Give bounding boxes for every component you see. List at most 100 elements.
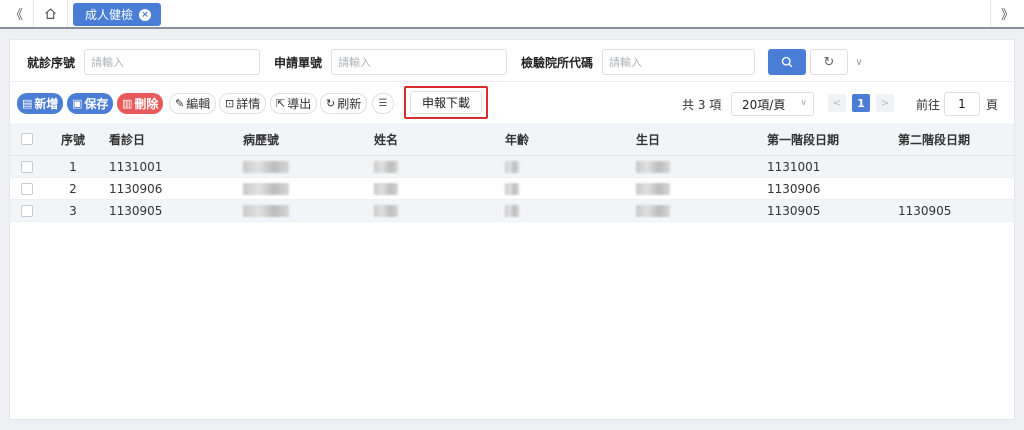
header-visit-date[interactable]: 看診日	[103, 131, 237, 148]
header-birthday[interactable]: 生日	[630, 131, 761, 148]
add-button[interactable]: ▤ 新增	[17, 93, 64, 114]
edit-button[interactable]: ✎ 編輯	[169, 93, 217, 114]
cell-seq: 3	[69, 203, 77, 218]
row-checkbox[interactable]	[20, 204, 33, 217]
redacted-block	[374, 205, 398, 217]
application-number-label: 申請單號	[274, 56, 323, 70]
report-download-button[interactable]: 申報下載	[410, 91, 482, 114]
cell-birthday-redacted	[630, 182, 761, 196]
tab-adult-health-check[interactable]: 成人健檢 ×	[73, 3, 162, 26]
page-number-current[interactable]: 1	[852, 94, 870, 112]
select-all-checkbox[interactable]	[20, 133, 33, 145]
refresh-icon: ↻	[823, 54, 835, 70]
chevron-down-icon: ∨	[800, 98, 807, 108]
cell-visit-date: 1130906	[109, 181, 163, 196]
data-table: 序號 看診日 病歷號 姓名 年齡 生日 第一階段日期 第二階段日期 1 1131…	[10, 123, 1014, 222]
redacted-block	[243, 205, 289, 217]
page-size-value: 20項/頁	[742, 97, 786, 112]
header-chart-number[interactable]: 病歷號	[237, 131, 368, 148]
redacted-block	[374, 161, 398, 173]
redacted-block	[636, 161, 670, 173]
cell-birthday-redacted	[630, 160, 761, 174]
tab-bar: 《 成人健檢 × 》	[0, 0, 1024, 29]
next-page-button[interactable]: >	[876, 94, 894, 112]
redacted-block	[374, 183, 398, 195]
refresh-label: 刷新	[337, 97, 362, 111]
detail-label: 詳情	[236, 97, 261, 111]
column-settings-button[interactable]: ☰	[372, 93, 394, 114]
page-size-select[interactable]: 20項/頁 ∨	[731, 92, 814, 116]
lab-code-label: 檢驗院所代碼	[521, 56, 594, 70]
goto-suffix: 頁	[986, 98, 999, 112]
chevron-right-icon: >	[880, 97, 890, 109]
chevron-down-icon: ∨	[855, 56, 863, 68]
header-age[interactable]: 年齡	[499, 131, 630, 148]
save-button[interactable]: ▣ 保存	[67, 93, 114, 114]
refresh-icon: ↻	[326, 97, 336, 110]
search-button[interactable]	[768, 49, 806, 75]
home-icon	[45, 8, 56, 19]
delete-button[interactable]: ▥ 刪除	[117, 93, 164, 114]
cell-birthday-redacted	[630, 204, 761, 218]
row-checkbox[interactable]	[20, 160, 33, 173]
cell-phase1-date: 1130906	[767, 181, 821, 196]
double-chevron-right-icon: 》	[1000, 8, 1014, 23]
visit-number-input[interactable]	[84, 49, 260, 75]
save-icon: ▣	[72, 97, 83, 110]
select-all-cell	[10, 133, 43, 145]
search-icon	[781, 56, 793, 68]
cell-chart-number-redacted	[237, 182, 368, 196]
cell-phase1-date: 1130905	[767, 203, 821, 218]
reset-button[interactable]: ↻	[810, 49, 848, 75]
report-download-label: 申報下載	[421, 96, 470, 110]
application-number-input[interactable]	[331, 49, 507, 75]
table-row[interactable]: 2 1130906 1130906	[10, 178, 1014, 200]
goto-page-input[interactable]	[944, 92, 980, 116]
home-button[interactable]	[34, 0, 68, 27]
scroll-tabs-left-button[interactable]: 《	[0, 0, 34, 27]
export-button[interactable]: ⇱ 導出	[270, 93, 318, 114]
list-icon: ☰	[378, 98, 388, 109]
row-checkbox[interactable]	[20, 182, 33, 195]
cell-seq: 2	[69, 181, 77, 196]
add-doc-icon: ▤	[22, 97, 33, 110]
scroll-tabs-right-button[interactable]: 》	[990, 0, 1024, 27]
cell-visit-date: 1131001	[109, 159, 163, 174]
cell-phase1-date: 1131001	[767, 159, 821, 174]
cell-phase2-date: 1130905	[898, 203, 952, 218]
cell-visit-date: 1130905	[109, 203, 163, 218]
cell-age-redacted	[499, 204, 630, 218]
redacted-block	[505, 183, 519, 195]
report-download-highlight: 申報下載	[404, 86, 488, 119]
redacted-block	[505, 161, 519, 173]
detail-button[interactable]: ⊡ 詳情	[219, 93, 267, 114]
row-select-cell	[10, 204, 43, 217]
tab-label: 成人健檢	[85, 8, 134, 22]
row-select-cell	[10, 160, 43, 173]
cell-age-redacted	[499, 160, 630, 174]
cell-seq: 1	[69, 159, 77, 174]
trash-icon: ▥	[122, 97, 133, 110]
row-select-cell	[10, 182, 43, 195]
expand-search-button[interactable]: ∨	[852, 53, 866, 71]
prev-page-button[interactable]: <	[828, 94, 846, 112]
delete-label: 刪除	[134, 97, 159, 111]
cell-age-redacted	[499, 182, 630, 196]
current-page-label: 1	[857, 96, 865, 110]
cell-name-redacted	[368, 182, 499, 196]
table-header: 序號 看診日 病歷號 姓名 年齡 生日 第一階段日期 第二階段日期	[10, 123, 1014, 156]
header-name[interactable]: 姓名	[368, 131, 499, 148]
redacted-block	[243, 161, 289, 173]
refresh-button[interactable]: ↻ 刷新	[320, 93, 368, 114]
detail-icon: ⊡	[225, 97, 235, 110]
table-row[interactable]: 1 1131001 1131001	[10, 156, 1014, 178]
redacted-block	[505, 205, 519, 217]
cell-name-redacted	[368, 204, 499, 218]
close-icon[interactable]: ×	[139, 8, 152, 21]
redacted-block	[636, 183, 670, 195]
header-phase1-date[interactable]: 第一階段日期	[761, 131, 892, 148]
header-phase2-date[interactable]: 第二階段日期	[892, 131, 1013, 148]
table-row[interactable]: 3 1130905 1130905 1130905	[10, 200, 1014, 222]
lab-code-input[interactable]	[602, 49, 755, 75]
cell-chart-number-redacted	[237, 204, 368, 218]
